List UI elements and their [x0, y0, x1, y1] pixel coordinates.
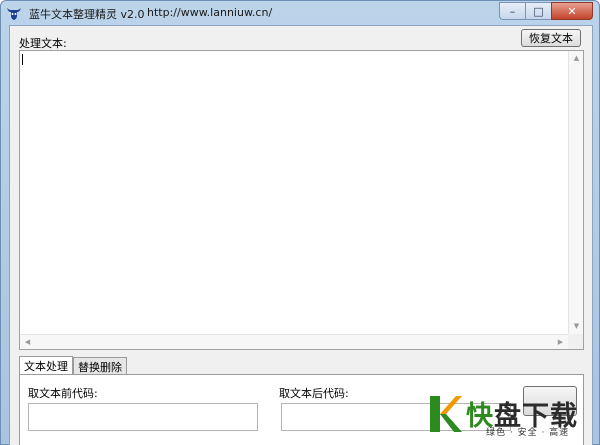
prefix-code-input[interactable]	[28, 403, 258, 431]
tab-text-processing[interactable]: 文本处理	[19, 356, 73, 375]
scroll-down-icon[interactable]: ▼	[569, 319, 584, 334]
watermark-logo: 快盘下载 绿色 · 安全 · 高速	[420, 388, 600, 445]
text-caret	[22, 54, 23, 65]
horizontal-scrollbar[interactable]: ◀ ▶	[20, 334, 568, 349]
watermark-tagline: 绿色 · 安全 · 高速	[486, 428, 570, 438]
maximize-button[interactable]: □	[525, 2, 551, 20]
tab-strip: 文本处理 替换删除	[19, 356, 127, 375]
close-button[interactable]: ✕	[551, 2, 593, 20]
process-text-label: 处理文本:	[19, 37, 67, 50]
window-url: http://www.lanniuw.cn/	[147, 6, 273, 19]
window-title: 蓝牛文本整理精灵 v2.0	[29, 8, 145, 21]
minimize-button[interactable]: –	[499, 2, 525, 20]
vertical-scrollbar[interactable]: ▲ ▼	[568, 51, 583, 334]
scrollbar-corner	[568, 334, 583, 349]
app-window: 蓝牛文本整理精灵 v2.0 http://www.lanniuw.cn/ – □…	[0, 0, 600, 445]
scroll-left-icon[interactable]: ◀	[20, 335, 35, 350]
suffix-code-label: 取文本后代码:	[279, 387, 349, 400]
bull-logo-icon	[7, 8, 21, 20]
title-bar[interactable]: 蓝牛文本整理精灵 v2.0 http://www.lanniuw.cn/ – □…	[1, 1, 599, 25]
prefix-code-label: 取文本前代码:	[28, 387, 98, 400]
scroll-up-icon[interactable]: ▲	[569, 51, 584, 66]
caption-buttons: – □ ✕	[499, 2, 593, 20]
scroll-right-icon[interactable]: ▶	[553, 335, 568, 350]
process-textarea[interactable]: ▲ ▼ ◀ ▶	[19, 50, 584, 350]
restore-text-button[interactable]: 恢复文本	[521, 29, 581, 47]
kuaipan-logo-icon	[430, 396, 462, 432]
client-area: 处理文本: 恢复文本 ▲ ▼ ◀ ▶ 文本处理 替换删除 取文本前代码: 取文本…	[9, 25, 593, 445]
tab-replace-delete[interactable]: 替换删除	[73, 357, 127, 375]
